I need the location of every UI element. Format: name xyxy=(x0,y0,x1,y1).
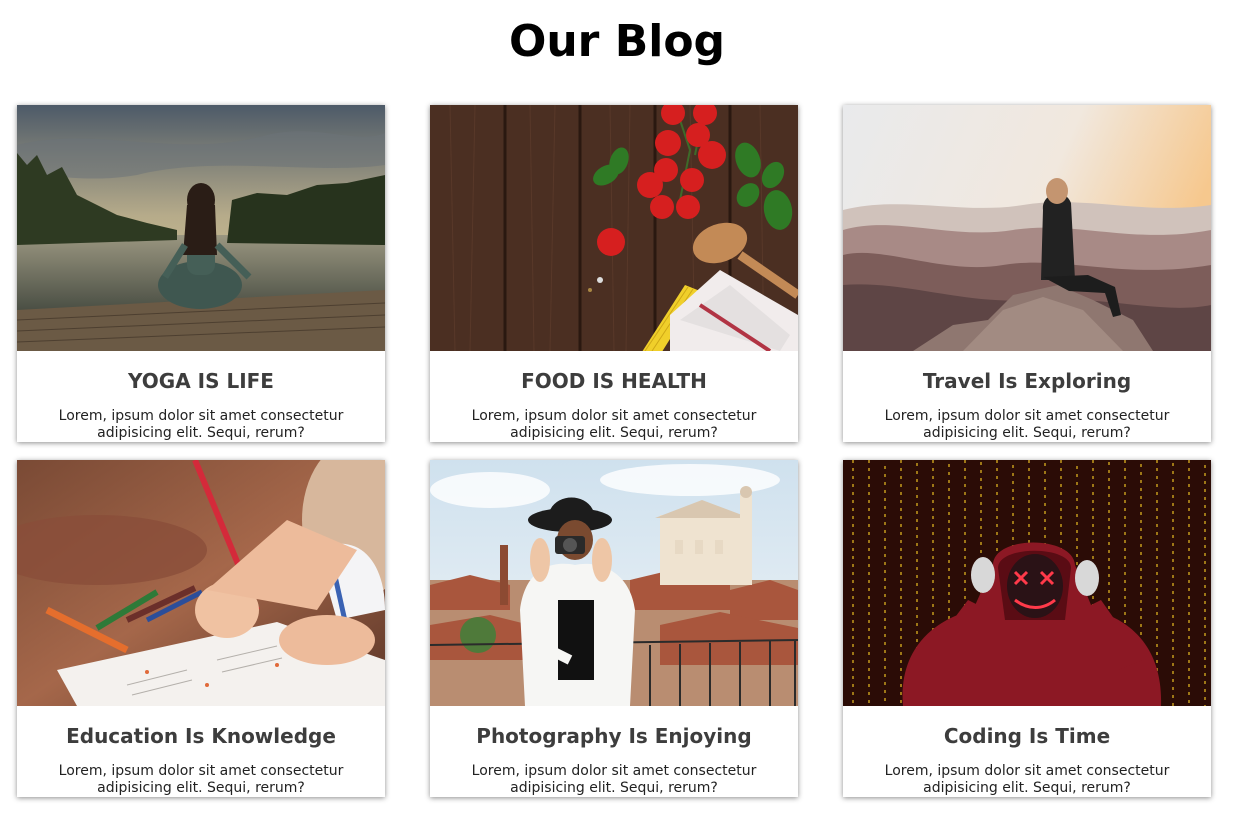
card-text: Lorem, ipsum dolor sit amet consectetur … xyxy=(884,763,1170,796)
blog-card-photography[interactable]: Photography Is Enjoying Lorem, ipsum dol… xyxy=(430,460,798,797)
card-title[interactable]: Education Is Knowledge xyxy=(17,706,385,748)
blog-card-food[interactable]: FOOD IS HEALTH Lorem, ipsum dolor sit am… xyxy=(430,105,798,442)
blog-card-yoga[interactable]: YOGA IS LIFE Lorem, ipsum dolor sit amet… xyxy=(17,105,385,442)
card-text: Lorem, ipsum dolor sit amet consectetur … xyxy=(58,408,344,441)
blog-grid: YOGA IS LIFE Lorem, ipsum dolor sit amet… xyxy=(17,105,1211,797)
blog-card-travel[interactable]: Travel Is Exploring Lorem, ipsum dolor s… xyxy=(843,105,1211,442)
card-image-photography[interactable] xyxy=(430,460,798,706)
card-image-education[interactable] xyxy=(17,460,385,706)
card-text: Lorem, ipsum dolor sit amet consectetur … xyxy=(471,408,757,441)
card-image-travel[interactable] xyxy=(843,105,1211,351)
card-title[interactable]: Photography Is Enjoying xyxy=(430,706,798,748)
card-title[interactable]: Travel Is Exploring xyxy=(843,351,1211,393)
blog-card-education[interactable]: Education Is Knowledge Lorem, ipsum dolo… xyxy=(17,460,385,797)
blog-card-coding[interactable]: Coding Is Time Lorem, ipsum dolor sit am… xyxy=(843,460,1211,797)
card-text: Lorem, ipsum dolor sit amet consectetur … xyxy=(58,763,344,796)
card-text: Lorem, ipsum dolor sit amet consectetur … xyxy=(471,763,757,796)
card-title[interactable]: Coding Is Time xyxy=(843,706,1211,748)
card-title[interactable]: FOOD IS HEALTH xyxy=(430,351,798,393)
card-image-yoga[interactable] xyxy=(17,105,385,351)
card-title[interactable]: YOGA IS LIFE xyxy=(17,351,385,393)
card-text: Lorem, ipsum dolor sit amet consectetur … xyxy=(884,408,1170,441)
page-title: Our Blog xyxy=(508,16,726,67)
card-image-food[interactable] xyxy=(430,105,798,351)
card-image-coding[interactable] xyxy=(843,460,1211,706)
